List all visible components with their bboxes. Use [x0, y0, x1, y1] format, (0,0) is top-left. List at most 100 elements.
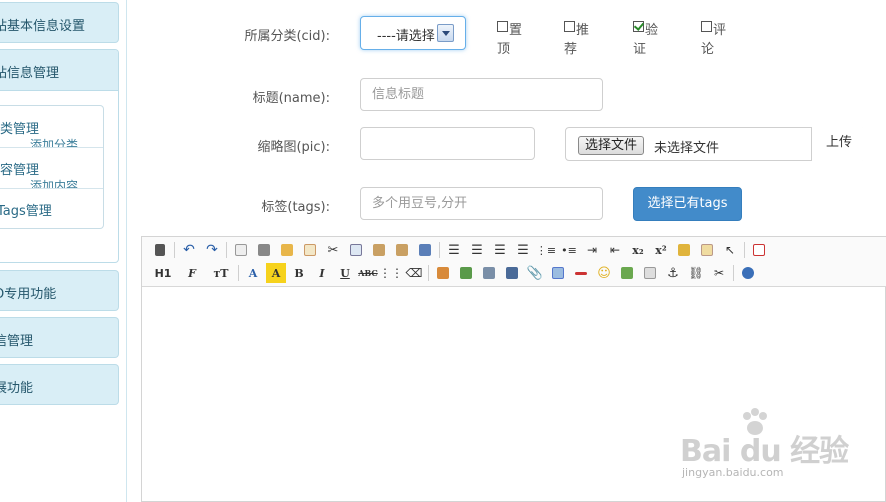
editor-toolbar: ↶ ↷ ✂ ☰ ☰ ☰ ☰ ⋮≡ •≡ ⇥ ⇤ x₂ x² ↖ H1 F тT …	[142, 237, 886, 287]
cursor-icon[interactable]: ↖	[720, 240, 740, 260]
sidebar-subitem-add-category[interactable]: 添加分类	[30, 136, 78, 147]
checkbox-recommend[interactable]	[564, 21, 575, 32]
insert-map-icon[interactable]	[617, 263, 637, 283]
checkbox-comment[interactable]	[701, 21, 712, 32]
anchor-icon[interactable]: ⚓	[663, 263, 683, 283]
sidebar: 站基本信息设置 站信息管理 分类管理 添加分类 内容管理 添加内容 Tags管理…	[0, 0, 127, 502]
option-label: 证	[633, 42, 647, 57]
help-icon[interactable]	[738, 263, 758, 283]
align-center-icon[interactable]: ☰	[467, 240, 487, 260]
sidebar-menu-seo-functions[interactable]: O专用功能	[0, 270, 119, 311]
bold-icon[interactable]: B	[289, 263, 309, 283]
line-height-icon[interactable]: ⋮⋮	[379, 263, 403, 283]
sidebar-item-tags-management[interactable]: Tags管理	[0, 188, 103, 229]
divider	[428, 265, 429, 281]
emoticon-icon[interactable]: ☺	[594, 263, 614, 283]
font-color-icon[interactable]: A	[243, 263, 263, 283]
toolbar-row: ↶ ↷ ✂ ☰ ☰ ☰ ☰ ⋮≡ •≡ ⇥ ⇤ x₂ x² ↖	[150, 240, 772, 260]
fullscreen-icon[interactable]	[749, 240, 769, 260]
undo-icon[interactable]: ↶	[179, 240, 199, 260]
outdent-icon[interactable]: ⇤	[605, 240, 625, 260]
category-label: 所属分类(cid):	[244, 29, 330, 44]
subscript-icon[interactable]: x₂	[628, 240, 648, 260]
sidebar-menu-site-basic-settings[interactable]: 站基本信息设置	[0, 2, 119, 43]
choose-file-button[interactable]: 选择文件	[578, 136, 645, 155]
watermark: Bai du 经验 jingyan.baidu.com	[675, 406, 855, 486]
ordered-list-icon[interactable]: ⋮≡	[536, 240, 556, 260]
sidebar-menu-message-management[interactable]: 信管理	[0, 317, 119, 358]
sidebar-item-content-management[interactable]: 内容管理 添加内容	[0, 147, 103, 188]
heading-dropdown[interactable]: H1	[150, 263, 176, 283]
option-label: 顶	[497, 42, 511, 57]
template-icon[interactable]	[277, 240, 297, 260]
paste-icon[interactable]	[369, 240, 389, 260]
watermark-logo: Bai du 经验	[680, 434, 849, 469]
checkbox-verify[interactable]	[633, 21, 644, 32]
option-label: 评	[713, 23, 727, 38]
code-icon[interactable]	[300, 240, 320, 260]
chevron-down-icon[interactable]	[437, 24, 454, 42]
tags-input[interactable]: 多个用豆号,分开	[360, 187, 603, 220]
option-label: 推	[576, 23, 590, 38]
attachment-icon[interactable]: 📎	[525, 263, 545, 283]
sidebar-submenu: 分类管理 添加分类 内容管理 添加内容 Tags管理	[0, 105, 104, 229]
highlight-color-icon[interactable]: A	[266, 263, 286, 283]
divider	[226, 242, 227, 258]
underline-icon[interactable]: U	[335, 263, 355, 283]
strikethrough-icon[interactable]: ABC	[358, 263, 378, 283]
sidebar-item-label: Tags管理	[0, 204, 52, 219]
option-label: 论	[701, 42, 715, 57]
title-label: 标题(name):	[252, 91, 330, 106]
sidebar-item-label: 分类管理	[0, 122, 40, 137]
file-status-text: 未选择文件	[654, 141, 720, 156]
thumbnail-label: 缩略图(pic):	[257, 140, 330, 155]
insert-flash-icon[interactable]	[479, 263, 499, 283]
align-left-icon[interactable]: ☰	[444, 240, 464, 260]
sidebar-subitem-add-content[interactable]: 添加内容	[30, 177, 78, 188]
cut-icon[interactable]: ✂	[323, 240, 343, 260]
sidebar-menu-extensions[interactable]: 展功能	[0, 364, 119, 405]
select-all-icon[interactable]	[697, 240, 717, 260]
unordered-list-icon[interactable]: •≡	[559, 240, 579, 260]
insert-video-icon[interactable]	[502, 263, 522, 283]
title-input[interactable]: 信息标题	[360, 78, 603, 111]
category-select[interactable]: ----请选择	[360, 16, 466, 50]
print-icon[interactable]	[254, 240, 274, 260]
paste-plain-icon[interactable]	[392, 240, 412, 260]
divider	[733, 265, 734, 281]
superscript-icon[interactable]: x²	[651, 240, 671, 260]
divider	[744, 242, 745, 258]
horizontal-rule-icon[interactable]	[571, 263, 591, 283]
font-size-dropdown[interactable]: тT	[208, 263, 234, 283]
copy-icon[interactable]	[346, 240, 366, 260]
source-icon[interactable]	[150, 240, 170, 260]
select-tags-button[interactable]: 选择已有tags	[633, 187, 742, 221]
upload-button[interactable]: 上传	[811, 127, 866, 161]
page-break-icon[interactable]	[640, 263, 660, 283]
thumbnail-input[interactable]	[360, 127, 535, 160]
preview-icon[interactable]	[231, 240, 251, 260]
align-right-icon[interactable]: ☰	[490, 240, 510, 260]
italic-icon[interactable]: I	[312, 263, 332, 283]
sidebar-menu-header[interactable]: 站信息管理	[0, 50, 118, 91]
sidebar-menu-label: 展功能	[0, 381, 34, 396]
indent-icon[interactable]: ⇥	[582, 240, 602, 260]
clear-format-icon[interactable]	[674, 240, 694, 260]
watermark-url: jingyan.baidu.com	[682, 466, 784, 479]
sidebar-menu-label: 站基本信息设置	[0, 19, 86, 34]
checkbox-top[interactable]	[497, 21, 508, 32]
insert-image-icon[interactable]	[433, 263, 453, 283]
redo-icon[interactable]: ↷	[202, 240, 222, 260]
insert-media-icon[interactable]	[456, 263, 476, 283]
sidebar-menu-label: O专用功能	[0, 287, 57, 302]
font-family-dropdown[interactable]: F	[179, 263, 205, 283]
sidebar-item-category-management[interactable]: 分类管理 添加分类	[0, 106, 103, 147]
divider	[439, 242, 440, 258]
paste-word-icon[interactable]	[415, 240, 435, 260]
eraser-icon[interactable]: ⌫	[404, 263, 424, 283]
align-justify-icon[interactable]: ☰	[513, 240, 533, 260]
unlink-icon[interactable]: ✂	[709, 263, 729, 283]
link-icon[interactable]: ⛓	[686, 263, 706, 283]
table-icon[interactable]	[548, 263, 568, 283]
sidebar-menu-site-info-management[interactable]: 站信息管理 分类管理 添加分类 内容管理 添加内容 Tags管理	[0, 49, 119, 263]
